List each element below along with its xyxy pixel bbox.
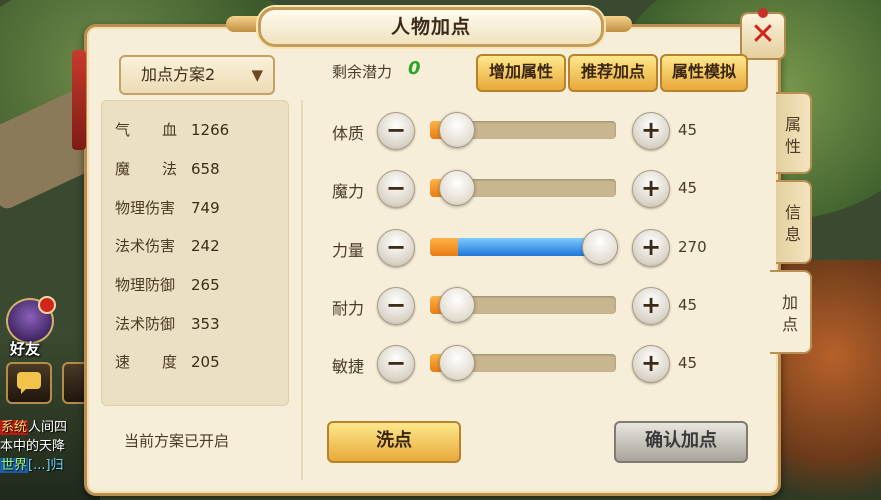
minus-icon: − (385, 233, 407, 261)
recommend-points-button[interactable]: 推荐加点 (568, 54, 658, 92)
chat-bubble-icon (17, 372, 41, 394)
potential-label: 剩余潜力 (332, 63, 393, 81)
increase-button[interactable]: + (632, 345, 670, 383)
friend-label: 好友 (10, 340, 41, 358)
stat-name: 法术伤害 (115, 237, 176, 255)
stat-row: 法术防御 353 (115, 312, 220, 336)
plus-icon: + (640, 349, 662, 377)
chat-text: [...]归 (28, 458, 64, 473)
plus-icon: + (640, 233, 662, 261)
minus-icon: − (385, 349, 407, 377)
slider-thumb[interactable] (439, 170, 475, 206)
chat-text: 本中的天降 (0, 439, 66, 454)
attribute-slider[interactable] (430, 229, 618, 265)
stat-row: 魔法658 (115, 157, 220, 181)
stat-name: 魔法 (115, 160, 210, 178)
notification-dot-icon (38, 296, 56, 314)
decrease-button[interactable]: − (377, 287, 415, 325)
stat-name: 物理防御 (115, 276, 176, 294)
stat-value: 265 (191, 276, 220, 294)
tab-attributes[interactable]: 属性 (776, 92, 812, 174)
stat-name: 法术防御 (115, 315, 176, 333)
attribute-label: 魔力 (332, 182, 365, 201)
chevron-down-icon: ▼ (251, 66, 263, 84)
confirm-points-button[interactable]: 确认加点 (614, 421, 748, 463)
stat-row: 气血1266 (115, 118, 229, 142)
stat-name: 物理伤害 (115, 199, 176, 217)
chat-channel-tag: 世界 (0, 458, 29, 473)
simulate-attribute-button[interactable]: 属性模拟 (660, 54, 748, 92)
stat-name: 速度 (115, 353, 210, 371)
attribute-label: 体质 (332, 124, 365, 143)
window-title: 人物加点 (390, 16, 471, 38)
chat-line: 系统人间四 (0, 418, 92, 437)
minus-icon: − (385, 291, 407, 319)
attribute-label: 耐力 (332, 299, 365, 318)
stat-value: 749 (191, 199, 220, 217)
close-icon: ✕ (750, 17, 776, 52)
increase-button[interactable]: + (632, 112, 670, 150)
stat-row: 速度205 (115, 350, 220, 374)
increase-button[interactable]: + (632, 287, 670, 325)
close-knob-icon (758, 8, 768, 18)
slider-thumb[interactable] (439, 345, 475, 381)
attribute-value: 45 (678, 179, 698, 197)
slider-thumb[interactable] (439, 287, 475, 323)
chat-channel-tag: 系统 (0, 420, 29, 435)
stat-value: 658 (191, 160, 220, 178)
increase-button[interactable]: + (632, 170, 670, 208)
stat-row: 法术伤害 242 (115, 234, 220, 258)
plus-icon: + (640, 174, 662, 202)
attribute-value: 45 (678, 296, 698, 314)
column-divider (301, 100, 303, 480)
chat-text: 人间四 (28, 420, 68, 435)
decrease-button[interactable]: − (377, 170, 415, 208)
slider-thumb[interactable] (582, 229, 618, 265)
close-button[interactable]: ✕ (740, 8, 786, 60)
attribute-slider[interactable] (430, 170, 616, 206)
stat-value: 242 (191, 237, 220, 255)
attribute-slider[interactable] (430, 345, 616, 381)
tassel-decoration-icon (72, 50, 86, 150)
add-attribute-button[interactable]: 增加属性 (476, 54, 566, 92)
stat-value: 1266 (191, 121, 230, 139)
plus-icon: + (640, 291, 662, 319)
decrease-button[interactable]: − (377, 229, 415, 267)
decrease-button[interactable]: − (377, 112, 415, 150)
attribute-label: 力量 (332, 241, 365, 260)
tab-info[interactable]: 信息 (776, 180, 812, 264)
stat-value: 205 (191, 353, 220, 371)
stat-name: 气血 (115, 121, 210, 139)
tab-add-points[interactable]: 加点 (770, 270, 812, 354)
attribute-value: 45 (678, 354, 698, 372)
window-title-bar: 人物加点 (258, 7, 604, 47)
wash-points-button[interactable]: 洗点 (327, 421, 461, 463)
chat-log[interactable]: 系统人间四 本中的天降 世界[...]归 (0, 418, 92, 475)
attribute-slider[interactable] (430, 112, 616, 148)
tab-label: 加点 (781, 293, 798, 334)
minus-icon: − (385, 116, 407, 144)
increase-button[interactable]: + (632, 229, 670, 267)
stat-row: 物理防御 265 (115, 273, 220, 297)
scheme-selected-label: 加点方案2 (141, 65, 216, 84)
scheme-dropdown[interactable]: 加点方案2 ▼ (119, 55, 275, 95)
potential-value: 0 (408, 58, 421, 79)
minus-icon: − (385, 174, 407, 202)
attribute-value: 45 (678, 121, 698, 139)
scheme-status-text: 当前方案已开启 (124, 432, 230, 450)
attribute-label: 敏捷 (332, 357, 365, 376)
attribute-slider[interactable] (430, 287, 616, 323)
stat-row: 物理伤害 749 (115, 196, 220, 220)
slider-thumb[interactable] (439, 112, 475, 148)
stat-value: 353 (191, 315, 220, 333)
decrease-button[interactable]: − (377, 345, 415, 383)
chat-line: 本中的天降 (0, 437, 92, 456)
plus-icon: + (640, 116, 662, 144)
chat-line: 世界[...]归 (0, 456, 92, 475)
tab-label: 属性 (784, 115, 801, 156)
attribute-value: 270 (678, 238, 707, 256)
chat-button[interactable] (6, 362, 52, 404)
tab-label: 信息 (784, 203, 801, 244)
